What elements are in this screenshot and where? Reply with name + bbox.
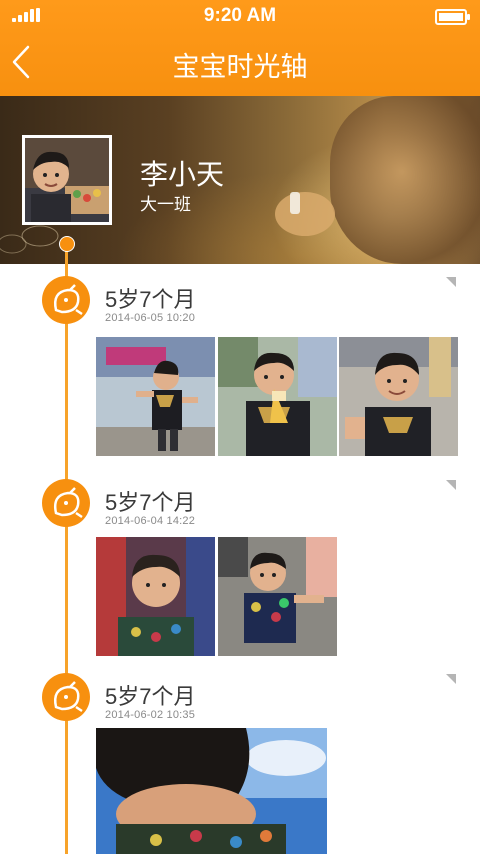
timeline-start-dot (59, 236, 75, 252)
avatar[interactable] (25, 138, 109, 222)
battery-icon (435, 9, 470, 25)
entry-age: 5岁7个月 (105, 287, 196, 312)
entry-menu-toggle[interactable] (446, 277, 456, 287)
timeline-line (65, 242, 68, 854)
student-class: 大一班 (140, 195, 191, 214)
entry-age: 5岁7个月 (105, 490, 196, 515)
entry-photo[interactable] (96, 537, 215, 656)
status-time: 9:20 AM (203, 5, 277, 26)
entry-photo[interactable] (218, 537, 337, 656)
top-bar: 9:20 AM 宝宝时光轴 (0, 0, 480, 96)
entry-photo[interactable] (339, 337, 458, 456)
entry-age: 5岁7个月 (105, 684, 196, 709)
entry-menu-toggle[interactable] (446, 674, 456, 684)
entry-date: 2014-06-05 10:20 (105, 312, 196, 324)
entry-date: 2014-06-04 14:22 (105, 515, 196, 527)
kid-face-icon (42, 276, 90, 324)
entry-photo[interactable] (218, 337, 337, 456)
student-name: 李小天 (140, 159, 225, 190)
kid-face-icon (42, 673, 90, 721)
entry-menu-toggle[interactable] (446, 480, 456, 490)
entry-photo[interactable] (96, 728, 327, 854)
entry-date: 2014-06-02 10:35 (105, 709, 196, 721)
kid-face-icon (42, 479, 90, 527)
entry-photo[interactable] (96, 337, 215, 456)
page-title: 宝宝时光轴 (172, 52, 308, 82)
status-bar: 9:20 AM (0, 0, 480, 32)
